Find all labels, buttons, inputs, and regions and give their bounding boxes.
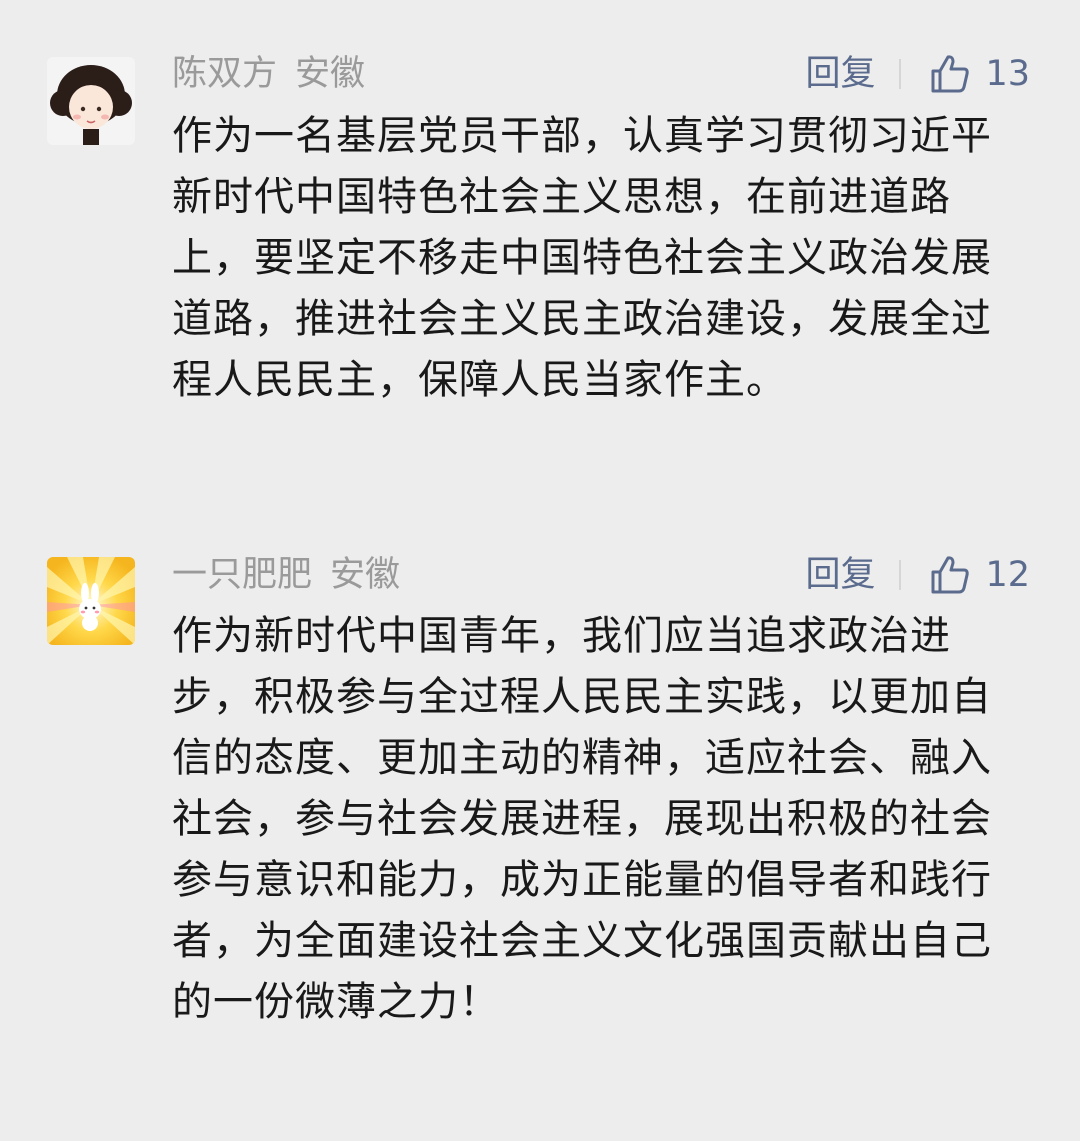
comment-text: 作为新时代中国青年，我们应当追求政治进步，积极参与全过程人民民主实践，以更加自信… xyxy=(172,613,992,1025)
cartoon-bunny-avatar-icon xyxy=(47,557,135,645)
divider xyxy=(899,560,902,590)
author-region: 安徽 xyxy=(295,54,366,94)
comment-meta: 一只肥肥 安徽 xyxy=(172,545,400,605)
divider xyxy=(899,59,902,89)
like-count: 12 xyxy=(985,555,1030,595)
avatar[interactable] xyxy=(47,57,135,145)
author-region: 安徽 xyxy=(330,555,401,595)
comment-text: 作为一名基层党员干部，认真学习贯彻习近平新时代中国特色社会主义思想，在前进道路上… xyxy=(172,113,992,403)
comment-meta: 陈双方 安徽 xyxy=(172,44,365,104)
comment-actions: 回复 13 xyxy=(805,44,1030,104)
comment-item: 陈双方 安徽 回复 13 作为一名基层党员干部，认真学习贯彻习近平新时代中国特色社… xyxy=(0,0,1080,500)
like-count: 13 xyxy=(985,54,1030,94)
comment-item: 一只肥肥 安徽 回复 12 作为新时代中国青年，我们应当追求政治进步，积极参与全过… xyxy=(0,500,1080,1141)
cartoon-girl-avatar-icon xyxy=(47,57,135,145)
avatar[interactable] xyxy=(47,557,135,645)
comment-actions: 回复 12 xyxy=(805,545,1030,605)
author-name[interactable]: 一只肥肥 xyxy=(172,555,312,595)
reply-button[interactable]: 回复 xyxy=(805,44,875,104)
thumbs-up-icon[interactable] xyxy=(929,53,971,95)
reply-button[interactable]: 回复 xyxy=(805,545,875,605)
thumbs-up-icon[interactable] xyxy=(929,554,971,596)
author-name[interactable]: 陈双方 xyxy=(172,54,277,94)
